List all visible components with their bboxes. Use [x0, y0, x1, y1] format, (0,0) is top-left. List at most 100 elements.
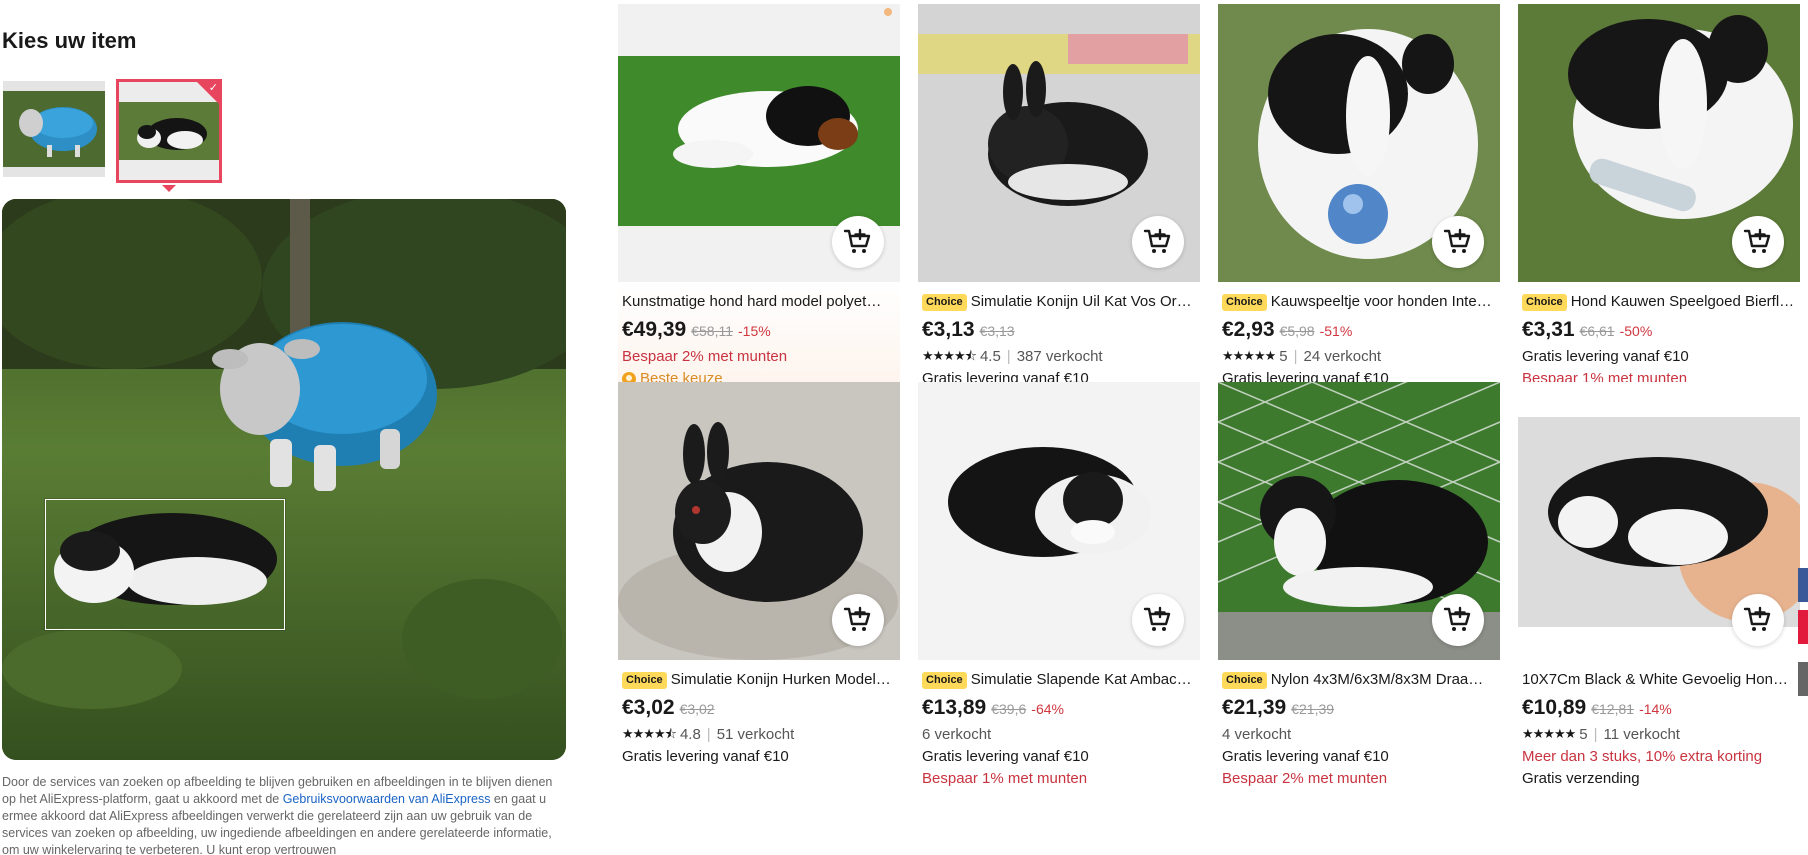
- rating-row: ★★★★⯪ 4.5 | 387 verkocht: [922, 346, 1198, 368]
- image-search-panel: Kies uw item ✓ Door de services van zoek…: [0, 0, 570, 855]
- choice-badge: Choice: [622, 671, 667, 689]
- add-to-cart-icon: [1143, 228, 1171, 253]
- discount-badge: -64%: [1031, 701, 1064, 717]
- original-price: €6,61: [1579, 323, 1615, 339]
- panel-title: Kies uw item: [2, 28, 137, 53]
- star-icon: ★★★★⯪: [922, 349, 977, 364]
- price: €3,31: [1522, 318, 1575, 341]
- original-price: €3,02: [679, 701, 715, 717]
- discount-badge: -14%: [1639, 701, 1672, 717]
- add-to-cart-button[interactable]: [832, 216, 884, 268]
- add-to-cart-button[interactable]: [1732, 216, 1784, 268]
- product-title[interactable]: 10X7Cm Black & White Gevoelig Hon…: [1522, 668, 1798, 692]
- thumbnail-sheep[interactable]: [3, 81, 105, 177]
- sold-count: 24 verkocht: [1303, 348, 1382, 365]
- thumbnail-strip: ✓: [3, 79, 222, 183]
- original-price: €58,11: [691, 323, 734, 339]
- thumbnail-cat-selected[interactable]: ✓: [116, 79, 222, 183]
- rating-row: ★★★★⯪ 4.8 | 51 verkocht: [622, 724, 898, 746]
- promo-line: Meer dan 3 stuks, 10% extra korting: [1522, 748, 1763, 765]
- product-info: Choice Nylon 4x3M/6x3M/8x3M Draa… €21,39 …: [1222, 668, 1498, 790]
- price: €49,39: [622, 318, 687, 341]
- star-icon: ★★★★★: [1522, 727, 1576, 742]
- original-price: €3,13: [979, 323, 1015, 339]
- terms-link[interactable]: Gebruiksvoorwaarden van AliExpress: [283, 792, 491, 806]
- choice-badge: Choice: [1222, 671, 1267, 689]
- choice-badge: Choice: [1522, 293, 1567, 311]
- rating-row: 6 verkocht: [922, 724, 1198, 746]
- shipping-line: Gratis levering vanaf €10: [1222, 748, 1389, 765]
- price: €10,89: [1522, 696, 1587, 719]
- price-row: €3,31 €6,61 -50%: [1522, 318, 1798, 346]
- product-card[interactable]: 10X7Cm Black & White Gevoelig Hon… €10,8…: [1518, 382, 1800, 794]
- add-to-cart-button[interactable]: [832, 594, 884, 646]
- product-name: Simulatie Konijn Uil Kat Vos Or…: [970, 293, 1192, 310]
- add-to-cart-button[interactable]: [1432, 594, 1484, 646]
- price-row: €2,93 €5,98 -51%: [1222, 318, 1498, 346]
- add-to-cart-button[interactable]: [1132, 216, 1184, 268]
- product-card[interactable]: Kunstmatige hond hard model polyet… €49,…: [618, 4, 900, 416]
- choice-badge: Choice: [922, 671, 967, 689]
- product-title[interactable]: Choice Simulatie Konijn Hurken Model…: [622, 668, 898, 692]
- price-row: €3,13 €3,13: [922, 318, 1198, 346]
- product-card[interactable]: Choice Simulatie Slapende Kat Ambac… €13,…: [918, 382, 1200, 794]
- product-name: Simulatie Konijn Hurken Model…: [670, 671, 891, 688]
- add-to-cart-icon: [1443, 606, 1471, 631]
- promo-line: Bespaar 2% met munten: [1222, 770, 1388, 787]
- separator: |: [706, 726, 711, 743]
- sheep-thumbnail-image: [3, 81, 105, 177]
- feedback-tab[interactable]: [1798, 568, 1808, 602]
- promo-line: Bespaar 1% met munten: [922, 770, 1088, 787]
- product-title[interactable]: Choice Kauwspeeltje voor honden Inte…: [1222, 290, 1498, 314]
- original-price: €5,98: [1279, 323, 1315, 339]
- crop-selection-box[interactable]: [45, 499, 285, 630]
- check-icon: ✓: [208, 81, 218, 94]
- discount-badge: -15%: [738, 323, 771, 339]
- add-to-cart-icon: [1743, 606, 1771, 631]
- share-tab[interactable]: [1798, 610, 1808, 644]
- shipping-line: Gratis levering vanaf €10: [922, 748, 1089, 765]
- product-card[interactable]: Choice Simulatie Konijn Hurken Model… €3,…: [618, 382, 900, 794]
- rating-value: 4.5: [979, 348, 1001, 365]
- sold-count: 4 verkocht: [1222, 726, 1292, 743]
- add-to-cart-button[interactable]: [1432, 216, 1484, 268]
- product-card[interactable]: Choice Simulatie Konijn Uil Kat Vos Or… €…: [918, 4, 1200, 416]
- original-price: €39,6: [991, 701, 1027, 717]
- product-title[interactable]: Choice Simulatie Konijn Uil Kat Vos Or…: [922, 290, 1198, 314]
- product-title[interactable]: Kunstmatige hond hard model polyet…: [622, 290, 898, 314]
- product-card[interactable]: Choice Hond Kauwen Speelgoed Bierfl… €3,3…: [1518, 4, 1800, 416]
- price: €21,39: [1222, 696, 1287, 719]
- sold-count: 11 verkocht: [1603, 726, 1680, 743]
- original-price: €12,81: [1591, 701, 1635, 717]
- price-row: €49,39 €58,11 -15%: [622, 318, 898, 346]
- add-to-cart-button[interactable]: [1732, 594, 1784, 646]
- add-to-cart-button[interactable]: [1132, 594, 1184, 646]
- product-name: 10X7Cm Black & White Gevoelig Hon…: [1522, 671, 1788, 688]
- rating-value: 5: [1279, 348, 1288, 365]
- discount-badge: -50%: [1619, 323, 1653, 339]
- add-to-cart-icon: [1143, 606, 1171, 631]
- rating-value: 5: [1579, 726, 1588, 743]
- product-card[interactable]: Choice Kauwspeeltje voor honden Inte… €2,…: [1218, 4, 1500, 416]
- product-name: Nylon 4x3M/6x3M/8x3M Draa…: [1270, 671, 1484, 688]
- product-title[interactable]: Choice Simulatie Slapende Kat Ambac…: [922, 668, 1198, 692]
- product-card[interactable]: Choice Nylon 4x3M/6x3M/8x3M Draa… €21,39 …: [1218, 382, 1500, 794]
- side-tab[interactable]: [1798, 662, 1808, 696]
- separator: |: [1006, 348, 1011, 365]
- product-title[interactable]: Choice Hond Kauwen Speelgoed Bierfl…: [1522, 290, 1798, 314]
- product-title[interactable]: Choice Nylon 4x3M/6x3M/8x3M Draa…: [1222, 668, 1498, 692]
- separator: |: [1293, 348, 1298, 365]
- terms-notice: Door de services van zoeken op afbeeldin…: [2, 774, 562, 855]
- product-info: Choice Simulatie Konijn Hurken Model… €3,…: [622, 668, 898, 768]
- price-row: €13,89 €39,6 -64%: [922, 696, 1198, 724]
- selection-caret-icon: [162, 185, 176, 192]
- price-row: €10,89 €12,81 -14%: [1522, 696, 1798, 724]
- choice-badge: Choice: [922, 293, 967, 311]
- sold-count: 51 verkocht: [716, 726, 795, 743]
- product-name: Kunstmatige hond hard model polyet…: [622, 293, 882, 310]
- price: €13,89: [922, 696, 987, 719]
- product-name: Simulatie Slapende Kat Ambac…: [970, 671, 1192, 688]
- discount-badge: -51%: [1319, 323, 1353, 339]
- add-to-cart-icon: [843, 606, 871, 631]
- product-info: Choice Simulatie Slapende Kat Ambac… €13,…: [922, 668, 1198, 790]
